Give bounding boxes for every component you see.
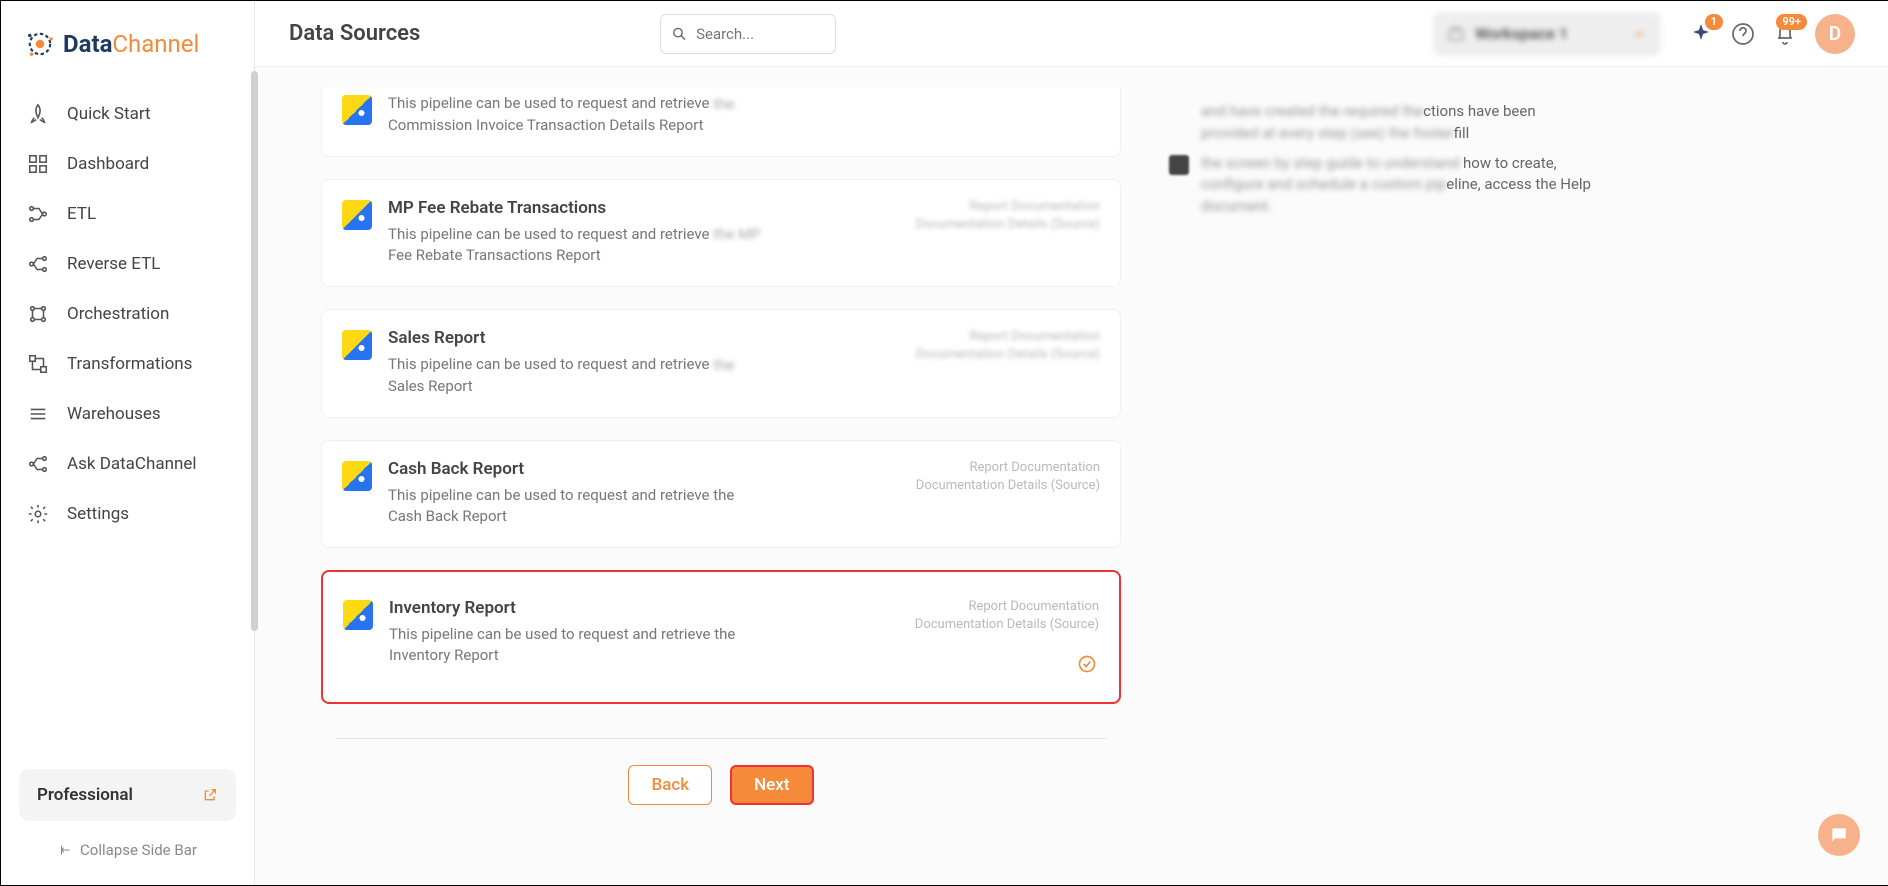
nav-label: Transformations (67, 354, 192, 374)
logo-icon (23, 27, 57, 61)
pipeline-list: This pipeline can be used to request and… (321, 87, 1121, 865)
workspace-selector[interactable]: Workspace 1 (1433, 12, 1661, 56)
card-links[interactable]: Report DocumentationDocumentation Detail… (916, 328, 1100, 397)
divider (335, 738, 1107, 739)
nav-label: Settings (67, 504, 129, 524)
external-link-icon (202, 787, 218, 803)
sidebar-nav: Quick Start Dashboard ETL Reverse ETL Or… (13, 89, 242, 763)
nav-label: ETL (67, 204, 96, 224)
sparkle-button[interactable]: 1 (1689, 22, 1713, 46)
sidebar-item-reverse-etl[interactable]: Reverse ETL (13, 239, 242, 289)
sidebar-item-etl[interactable]: ETL (13, 189, 242, 239)
nav-label: Orchestration (67, 304, 169, 324)
collapse-icon (58, 843, 72, 857)
pipeline-card[interactable]: Cash Back Report This pipeline can be us… (321, 440, 1121, 548)
chat-icon (1829, 825, 1849, 845)
flipkart-icon (342, 330, 372, 360)
card-title: Inventory Report (389, 598, 899, 618)
card-title: Cash Back Report (388, 459, 900, 479)
help-button[interactable] (1731, 22, 1755, 46)
sparkle-badge: 1 (1705, 14, 1723, 30)
sidebar-item-settings[interactable]: Settings (13, 489, 242, 539)
card-links[interactable]: Report DocumentationDocumentation Detail… (916, 198, 1100, 267)
sidebar-item-ask[interactable]: Ask DataChannel (13, 439, 242, 489)
flipkart-icon (342, 95, 372, 125)
nav-label: Dashboard (67, 154, 149, 174)
wizard-actions: Back Next (321, 765, 1121, 805)
pipeline-card[interactable]: MP Fee Rebate Transactions This pipeline… (321, 179, 1121, 288)
plan-card[interactable]: Professional (19, 769, 236, 821)
flipkart-icon (343, 600, 373, 630)
chat-fab[interactable] (1818, 814, 1860, 856)
nav-label: Warehouses (67, 404, 161, 424)
nav-label: Quick Start (67, 104, 151, 124)
info-line: the screen by step guide to understand h… (1169, 153, 1709, 218)
next-button[interactable]: Next (730, 765, 813, 805)
help-icon (1731, 22, 1755, 46)
info-line: and have created the required thections … (1169, 101, 1709, 145)
nav-label: Reverse ETL (67, 254, 160, 274)
search-icon (671, 24, 688, 44)
collapse-sidebar[interactable]: Collapse Side Bar (13, 827, 242, 873)
pipeline-card-selected[interactable]: Inventory Report This pipeline can be us… (321, 570, 1121, 704)
bell-badge: 99+ (1776, 14, 1807, 30)
avatar[interactable]: D (1815, 14, 1855, 54)
chevron-down-icon (1631, 26, 1647, 42)
pipeline-card[interactable]: Sales Report This pipeline can be used t… (321, 309, 1121, 418)
collapse-label: Collapse Side Bar (80, 841, 197, 859)
topbar-icons: 1 99+ D (1689, 14, 1855, 54)
brand-name: DataChannel (63, 30, 199, 58)
back-button[interactable]: Back (628, 765, 712, 805)
card-title: Sales Report (388, 328, 900, 348)
info-panel: and have created the required thections … (1169, 87, 1709, 865)
card-desc: This pipeline can be used to request and… (388, 485, 768, 527)
sidebar-item-warehouses[interactable]: Warehouses (13, 389, 242, 439)
card-desc: This pipeline can be used to request and… (388, 354, 768, 397)
sidebar-item-orchestration[interactable]: Orchestration (13, 289, 242, 339)
search-input[interactable] (696, 25, 825, 43)
workspace-name: Workspace 1 (1475, 24, 1568, 43)
main: Data Sources Workspace 1 1 (255, 1, 1888, 885)
plan-label: Professional (37, 785, 133, 805)
brand-logo: DataChannel (23, 27, 232, 61)
flipkart-icon (342, 461, 372, 491)
nav-label: Ask DataChannel (67, 454, 197, 474)
card-desc: This pipeline can be used to request and… (388, 224, 768, 267)
sidebar-item-dashboard[interactable]: Dashboard (13, 139, 242, 189)
briefcase-icon (1447, 25, 1465, 43)
card-desc: This pipeline can be used to request and… (388, 93, 768, 136)
flipkart-icon (342, 200, 372, 230)
sidebar-item-transformations[interactable]: Transformations (13, 339, 242, 389)
sidebar-scrollbar[interactable] (251, 71, 258, 631)
card-links[interactable]: Report DocumentationDocumentation Detail… (915, 598, 1099, 666)
card-title: MP Fee Rebate Transactions (388, 198, 900, 218)
bullet-icon (1169, 155, 1189, 175)
search-box[interactable] (660, 14, 836, 54)
topbar: Data Sources Workspace 1 1 (255, 1, 1888, 67)
card-desc: This pipeline can be used to request and… (389, 624, 769, 666)
content: This pipeline can be used to request and… (255, 67, 1888, 885)
selected-check-icon (1077, 654, 1097, 674)
notifications-button[interactable]: 99+ (1773, 22, 1797, 46)
sidebar-item-quickstart[interactable]: Quick Start (13, 89, 242, 139)
pipeline-card[interactable]: This pipeline can be used to request and… (321, 87, 1121, 157)
card-links[interactable]: Report DocumentationDocumentation Detail… (916, 459, 1100, 527)
sidebar: DataChannel Quick Start Dashboard ETL Re… (1, 1, 255, 885)
page-title: Data Sources (289, 21, 420, 46)
